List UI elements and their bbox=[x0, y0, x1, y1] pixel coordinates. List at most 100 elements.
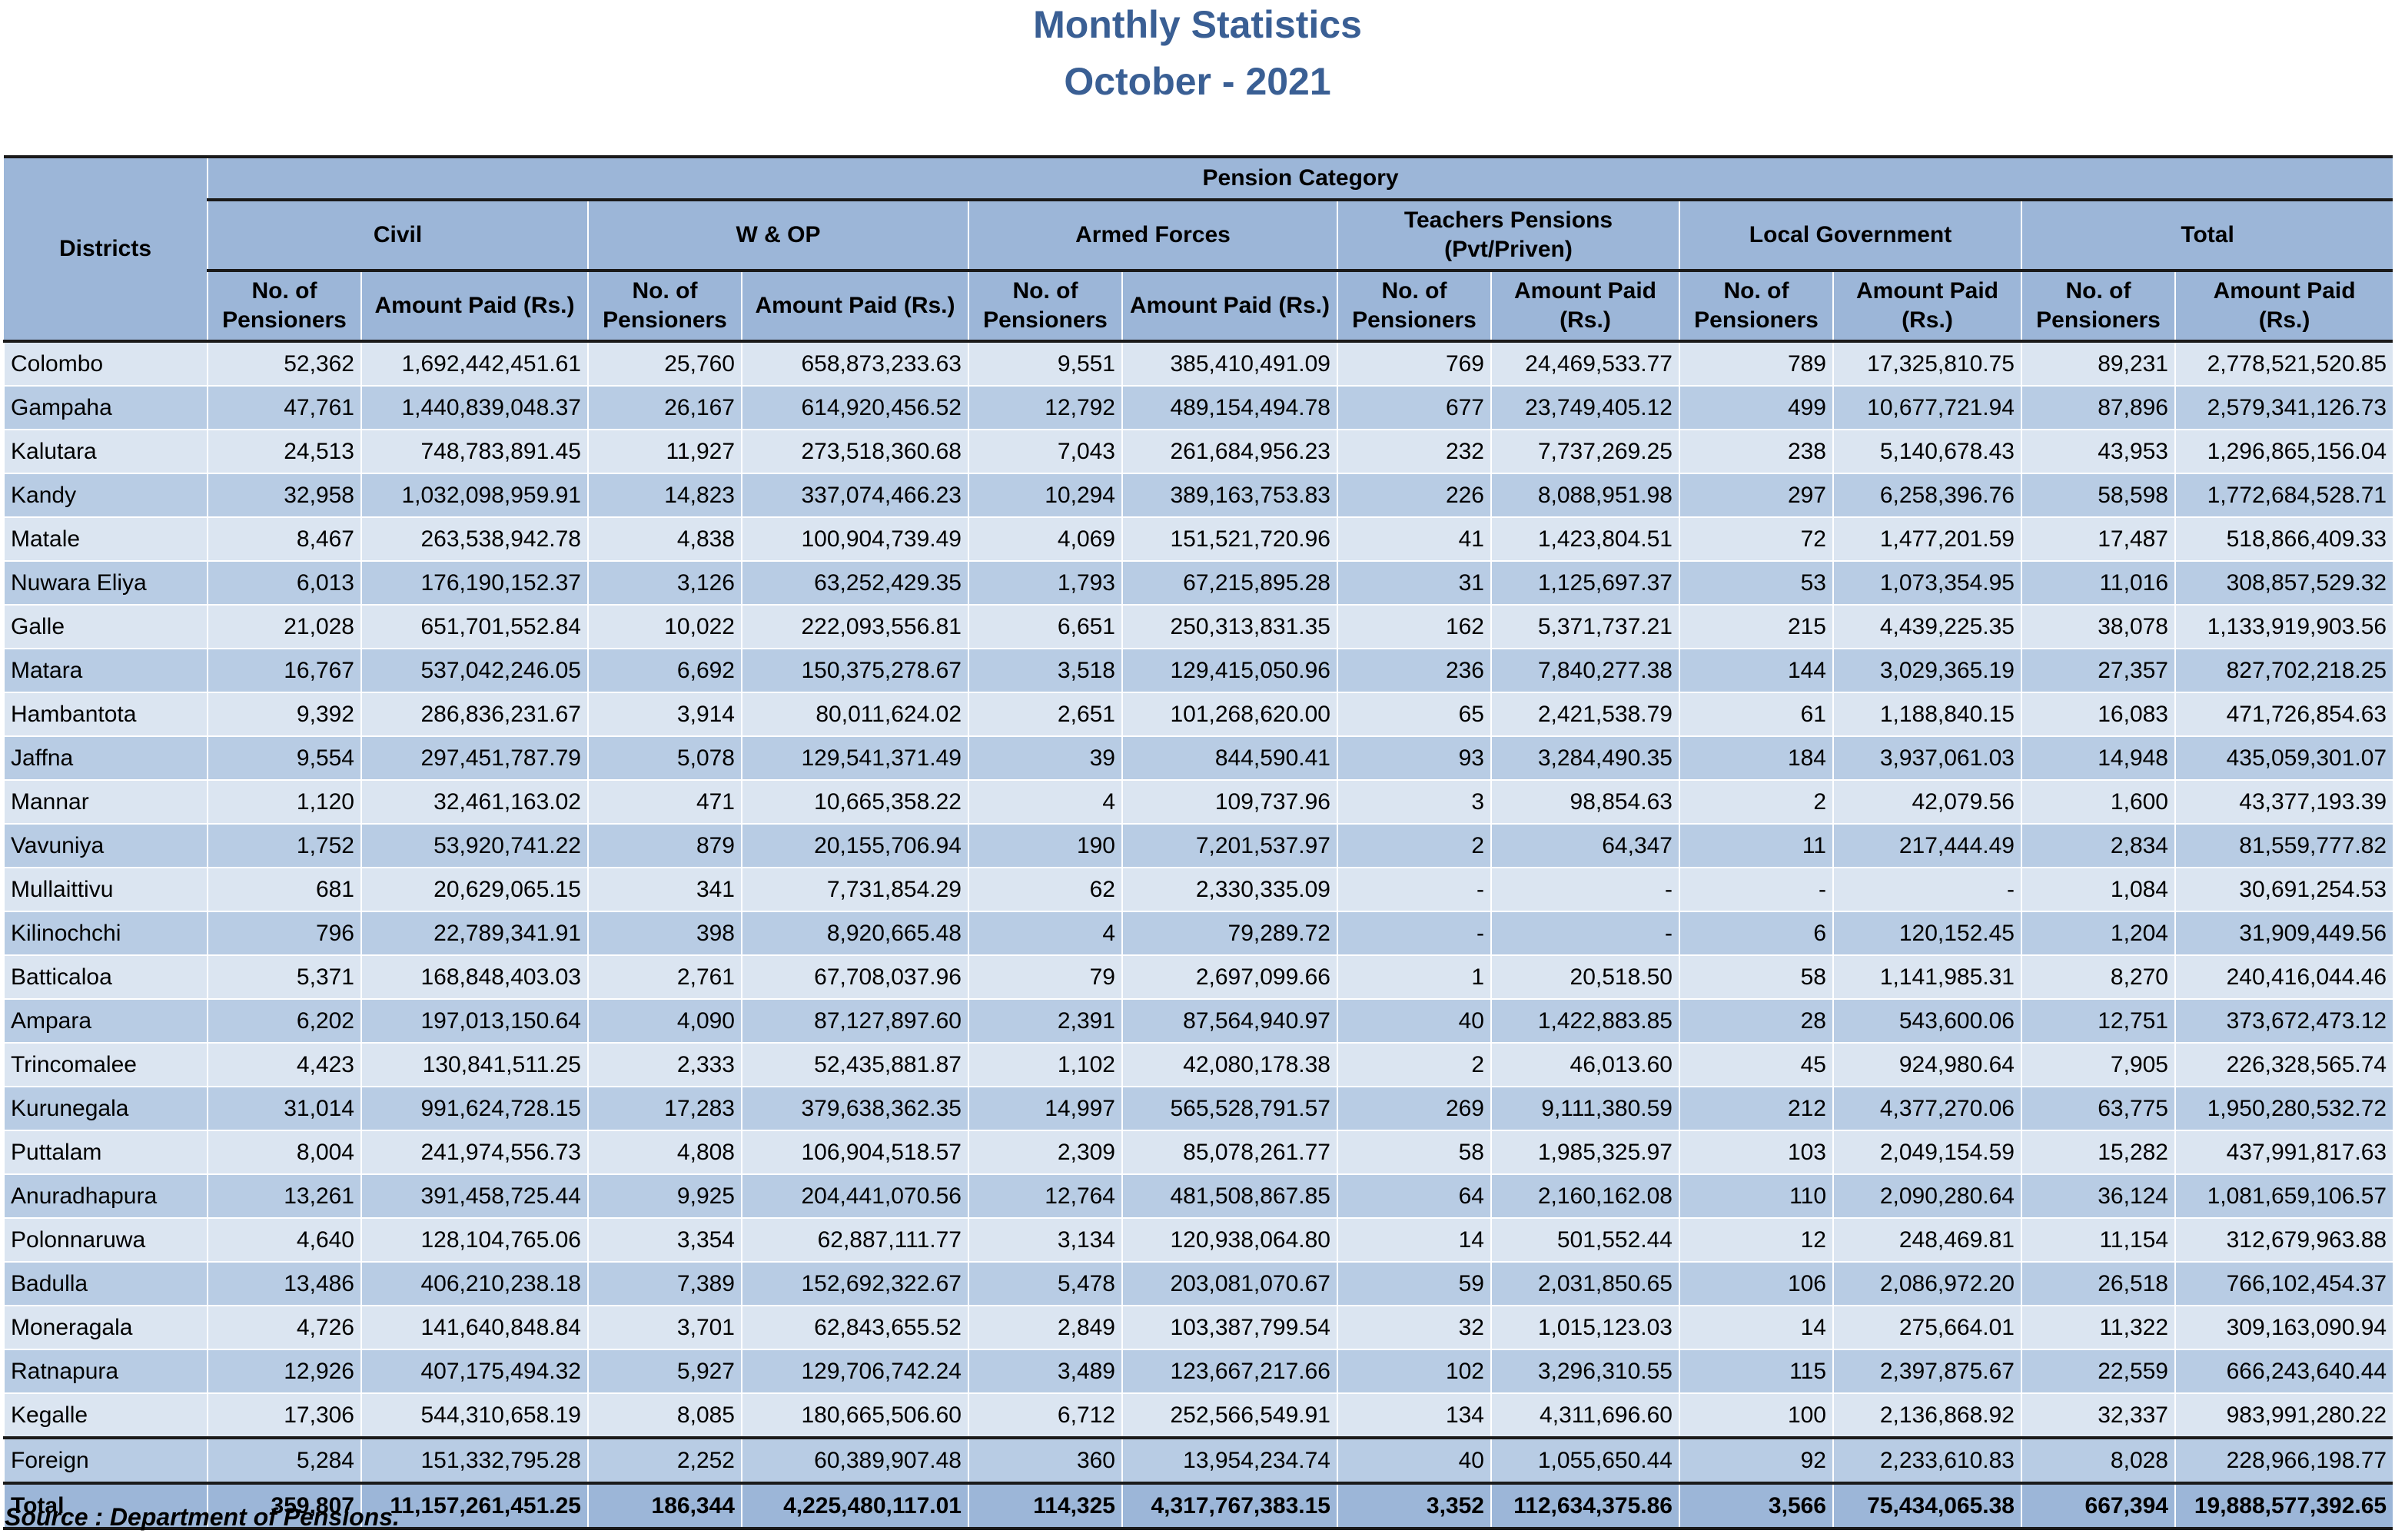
value-cell: 2 bbox=[1337, 824, 1491, 868]
value-cell: 176,190,152.37 bbox=[360, 561, 588, 606]
value-cell: 204,441,070.56 bbox=[741, 1174, 968, 1219]
value-cell: 134 bbox=[1337, 1393, 1491, 1439]
value-cell: 373,672,473.12 bbox=[2174, 999, 2393, 1044]
value-cell: 30,691,254.53 bbox=[2174, 868, 2393, 912]
value-cell: 65 bbox=[1337, 692, 1491, 737]
value-cell: 12 bbox=[1679, 1218, 1833, 1263]
value-cell: 12,764 bbox=[968, 1174, 1122, 1219]
value-cell: 150,375,278.67 bbox=[741, 649, 968, 693]
value-cell: 72 bbox=[1679, 517, 1833, 562]
value-cell: 4,090 bbox=[587, 999, 742, 1044]
value-cell: 614,920,456.52 bbox=[741, 386, 968, 430]
value-cell: 537,042,246.05 bbox=[360, 649, 588, 693]
value-cell: 62,843,655.52 bbox=[741, 1306, 968, 1350]
value-cell: 4,726 bbox=[207, 1306, 361, 1350]
value-cell: 263,538,942.78 bbox=[360, 517, 588, 562]
value-cell: 24,469,533.77 bbox=[1490, 341, 1679, 387]
district-cell: Ratnapura bbox=[3, 1349, 208, 1394]
table-row: Puttalam 8,004 241,974,556.73 4,808 106,904,… bbox=[3, 1130, 2393, 1175]
value-cell: 2,778,521,520.85 bbox=[2174, 341, 2393, 387]
value-cell: 3,029,365.19 bbox=[1832, 649, 2021, 693]
value-cell: 39 bbox=[968, 736, 1122, 781]
value-cell: 232 bbox=[1337, 430, 1491, 474]
table-row: Mannar 1,120 32,461,163.02 471 10,665,358.22… bbox=[3, 780, 2393, 825]
value-cell: 9,392 bbox=[207, 692, 361, 737]
value-cell: 36,124 bbox=[2021, 1174, 2175, 1219]
value-cell: 273,518,360.68 bbox=[741, 430, 968, 474]
table-row: Matara 16,767 537,042,246.05 6,692 150,375,2… bbox=[3, 649, 2393, 693]
district-cell: Kandy bbox=[3, 473, 208, 518]
table-row: Ratnapura 12,926 407,175,494.32 5,927 129,70… bbox=[3, 1349, 2393, 1394]
value-cell: 63,252,429.35 bbox=[741, 561, 968, 606]
total-value-cell: 3,566 bbox=[1679, 1482, 1833, 1530]
value-cell: 152,692,322.67 bbox=[741, 1262, 968, 1306]
table-row: Batticaloa 5,371 168,848,403.03 2,761 67,708… bbox=[3, 955, 2393, 1000]
value-cell: 7,389 bbox=[587, 1262, 742, 1306]
district-cell: Polonnaruwa bbox=[3, 1218, 208, 1263]
value-cell: 240,416,044.46 bbox=[2174, 955, 2393, 1000]
value-cell: 437,991,817.63 bbox=[2174, 1130, 2393, 1175]
value-cell: 337,074,466.23 bbox=[741, 473, 968, 518]
value-cell: 983,991,280.22 bbox=[2174, 1393, 2393, 1439]
value-cell: 61 bbox=[1679, 692, 1833, 737]
value-cell: 26,167 bbox=[587, 386, 742, 430]
value-cell: 42,079.56 bbox=[1832, 780, 2021, 825]
value-cell: 1,422,883.85 bbox=[1490, 999, 1679, 1044]
value-cell: 7,737,269.25 bbox=[1490, 430, 1679, 474]
value-cell: 168,848,403.03 bbox=[360, 955, 588, 1000]
district-cell: Matara bbox=[3, 649, 208, 693]
value-cell: 4,439,225.35 bbox=[1832, 605, 2021, 649]
total-value-cell: 75,434,065.38 bbox=[1832, 1482, 2021, 1530]
value-cell: 47,761 bbox=[207, 386, 361, 430]
value-cell: 471,726,854.63 bbox=[2174, 692, 2393, 737]
value-cell: 1,950,280,532.72 bbox=[2174, 1087, 2393, 1131]
column-header: No. of Pensioners bbox=[207, 269, 361, 343]
value-cell: 1,084 bbox=[2021, 868, 2175, 912]
value-cell: 11,927 bbox=[587, 430, 742, 474]
value-cell: 53,920,741.22 bbox=[360, 824, 588, 868]
district-cell: Kilinochchi bbox=[3, 911, 208, 956]
value-cell: 130,841,511.25 bbox=[360, 1043, 588, 1087]
value-cell: 651,701,552.84 bbox=[360, 605, 588, 649]
value-cell: 203,081,070.67 bbox=[1121, 1262, 1337, 1306]
district-cell: Ampara bbox=[3, 999, 208, 1044]
value-cell: 27,357 bbox=[2021, 649, 2175, 693]
value-cell: 1,141,985.31 bbox=[1832, 955, 2021, 1000]
value-cell: 110 bbox=[1679, 1174, 1833, 1219]
value-cell: 103,387,799.54 bbox=[1121, 1306, 1337, 1350]
total-value-cell: 4,317,767,383.15 bbox=[1121, 1482, 1337, 1530]
value-cell: 13,954,234.74 bbox=[1121, 1436, 1337, 1484]
value-cell: 100 bbox=[1679, 1393, 1833, 1439]
value-cell: 2,160,162.08 bbox=[1490, 1174, 1679, 1219]
value-cell: 1,102 bbox=[968, 1043, 1122, 1087]
value-cell: 180,665,506.60 bbox=[741, 1393, 968, 1439]
value-cell: 924,980.64 bbox=[1832, 1043, 2021, 1087]
column-header: No. of Pensioners bbox=[587, 269, 742, 343]
value-cell: 17,325,810.75 bbox=[1832, 341, 2021, 387]
district-cell: Hambantota bbox=[3, 692, 208, 737]
value-cell: 12,926 bbox=[207, 1349, 361, 1394]
value-cell: 7,201,537.97 bbox=[1121, 824, 1337, 868]
district-cell: Nuwara Eliya bbox=[3, 561, 208, 606]
value-cell: 23,749,405.12 bbox=[1490, 386, 1679, 430]
value-cell: 407,175,494.32 bbox=[360, 1349, 588, 1394]
table-row: Polonnaruwa 4,640 128,104,765.06 3,354 62,88… bbox=[3, 1218, 2393, 1263]
value-cell: 17,283 bbox=[587, 1087, 742, 1131]
value-cell: 4 bbox=[968, 780, 1122, 825]
table-row: Kandy 32,958 1,032,098,959.91 14,823 337,074… bbox=[3, 473, 2393, 518]
district-cell: Moneragala bbox=[3, 1306, 208, 1350]
value-cell: 40 bbox=[1337, 999, 1491, 1044]
total-value-cell: 3,352 bbox=[1337, 1482, 1491, 1530]
value-cell: 2,086,972.20 bbox=[1832, 1262, 2021, 1306]
value-cell: 2 bbox=[1337, 1043, 1491, 1087]
value-cell: 398 bbox=[587, 911, 742, 956]
value-cell: 52,435,881.87 bbox=[741, 1043, 968, 1087]
column-header: Amount Paid (Rs.) bbox=[1490, 269, 1679, 343]
value-cell: 59 bbox=[1337, 1262, 1491, 1306]
value-cell: 2,049,154.59 bbox=[1832, 1130, 2021, 1175]
value-cell: 238 bbox=[1679, 430, 1833, 474]
table-row: Trincomalee 4,423 130,841,511.25 2,333 52,43… bbox=[3, 1043, 2393, 1087]
value-cell: 681 bbox=[207, 868, 361, 912]
value-cell: 41 bbox=[1337, 517, 1491, 562]
value-cell: 1,440,839,048.37 bbox=[360, 386, 588, 430]
